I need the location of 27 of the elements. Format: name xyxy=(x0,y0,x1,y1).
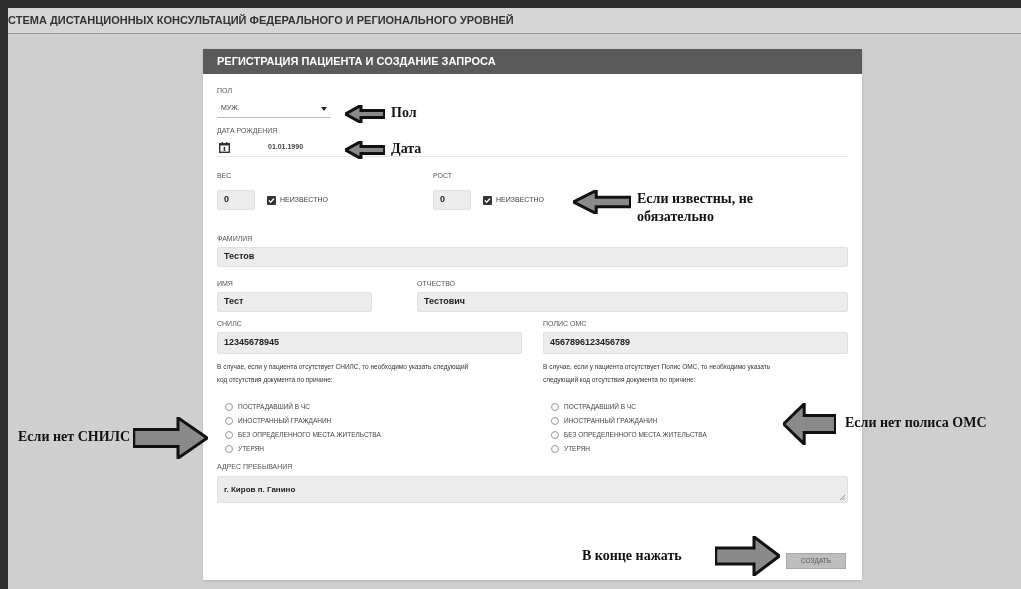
form-title: РЕГИСТРАЦИЯ ПАЦИЕНТА И СОЗДАНИЕ ЗАПРОСА xyxy=(217,54,496,70)
input-field[interactable]: Тест xyxy=(217,292,372,312)
address-textarea[interactable]: г. Киров п. Ганино xyxy=(217,476,848,503)
input-field[interactable]: Тестов xyxy=(217,247,848,267)
input-field[interactable]: 0 xyxy=(433,190,471,210)
checkbox[interactable] xyxy=(483,195,492,205)
app-title: СТЕМА ДИСТАНЦИОННЫХ КОНСУЛЬТАЦИЙ ФЕДЕРАЛЬНОГО И РЕГИОНАЛЬНОГО УРОВНЕЙ xyxy=(8,13,514,29)
annotation-text: Дата xyxy=(391,140,423,158)
annotation-text: В конце нажать xyxy=(582,547,683,565)
annotation-text: Пол xyxy=(391,104,418,122)
arrow-icon xyxy=(345,105,385,123)
arrow-icon xyxy=(345,141,385,159)
checkbox[interactable] xyxy=(267,195,276,205)
arrow-icon xyxy=(783,403,836,445)
input-field[interactable]: Тестович xyxy=(417,292,848,312)
arrow-icon xyxy=(133,417,208,459)
annotation-text: Если известны, не обязательно xyxy=(637,190,754,226)
input-field[interactable]: 12345678945 xyxy=(217,332,522,354)
annotation-text: Если нет СНИЛС xyxy=(18,428,130,446)
resize-grip-icon xyxy=(840,495,845,500)
input-field[interactable]: 0 xyxy=(217,190,255,210)
arrow-icon xyxy=(715,536,780,576)
annotation-text: Если нет полиса ОМС xyxy=(845,414,988,432)
calendar-icon[interactable] xyxy=(219,142,230,153)
caret-icon xyxy=(321,106,327,111)
arrow-icon xyxy=(573,190,631,214)
input-field[interactable]: 4567896123456789 xyxy=(543,332,848,354)
